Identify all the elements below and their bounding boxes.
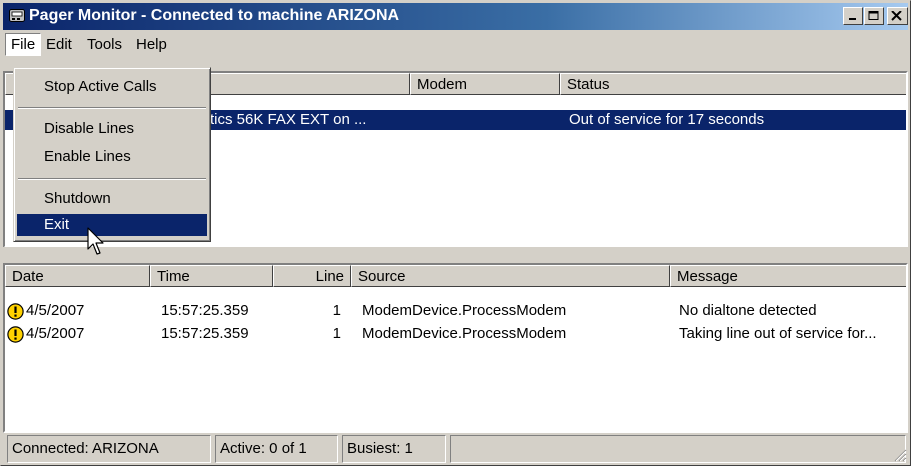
minimize-button[interactable] [843,7,863,25]
maximize-button[interactable] [864,7,884,25]
pane-splitter[interactable] [3,247,908,253]
status-active: Active: 0 of 1 [215,435,338,463]
table-row[interactable]: 4/5/2007 15:57:25.359 1 ModemDevice.Proc… [5,301,906,323]
column-header-line[interactable]: Line [273,265,351,287]
menu-file[interactable]: File [5,33,42,56]
column-header-modem[interactable]: Modem [410,73,560,95]
status-empty [450,435,906,463]
menu-separator [18,107,206,109]
menu-item-enable-lines[interactable]: Enable Lines [17,146,207,168]
status-connected: Connected: ARIZONA [7,435,211,463]
menu-item-shutdown[interactable]: Shutdown [17,188,207,210]
resize-grip-icon[interactable] [893,448,907,462]
mouse-cursor-icon [87,227,104,255]
close-icon [891,11,902,21]
menu-tools[interactable]: Tools [82,34,127,55]
menu-bar: File Edit Tools Help [3,32,908,57]
menu-item-disable-lines[interactable]: Disable Lines [17,118,207,140]
close-button[interactable] [887,7,908,25]
warning-icon [7,303,24,320]
source-cell: ModemDevice.ProcessModem [362,325,567,342]
menu-item-exit[interactable]: Exit [17,214,207,236]
column-header-status[interactable]: Status [560,73,906,95]
warning-icon [7,326,24,343]
table-row[interactable]: 4/5/2007 15:57:25.359 1 ModemDevice.Proc… [5,324,906,346]
line-cell: 1 [332,325,341,342]
window-title: Pager Monitor - Connected to machine ARI… [29,7,400,24]
title-bar[interactable]: Pager Monitor - Connected to machine ARI… [3,3,908,30]
date-cell: 4/5/2007 [26,302,85,319]
status-cell: Out of service for 17 seconds [569,111,765,128]
column-header-source[interactable]: Source [351,265,670,287]
app-window: Pager Monitor - Connected to machine ARI… [0,0,911,466]
maximize-icon [868,11,879,20]
menu-item-stop-active-calls[interactable]: Stop Active Calls [17,76,207,98]
column-header-date[interactable]: Date [5,265,150,287]
column-header-message[interactable]: Message [670,265,906,287]
menu-help[interactable]: Help [131,34,172,55]
message-cell: Taking line out of service for... [679,325,877,342]
menu-separator [18,178,206,180]
log-list[interactable]: Date Time Line Source Message 4/5/2007 1… [3,263,908,433]
column-header-time[interactable]: Time [150,265,273,287]
time-cell: 15:57:25.359 [161,325,249,342]
source-cell: ModemDevice.ProcessModem [362,302,567,319]
line-cell: 1 [332,302,341,319]
status-busiest: Busiest: 1 [342,435,446,463]
pager-app-icon [9,9,25,22]
menu-edit[interactable]: Edit [41,34,77,55]
file-menu-dropdown: Stop Active Calls Disable Lines Enable L… [13,67,211,242]
modem-cell: tics 56K FAX EXT on ... [210,111,367,128]
message-cell: No dialtone detected [679,302,817,319]
time-cell: 15:57:25.359 [161,302,249,319]
date-cell: 4/5/2007 [26,325,85,342]
minimize-icon [849,18,856,20]
